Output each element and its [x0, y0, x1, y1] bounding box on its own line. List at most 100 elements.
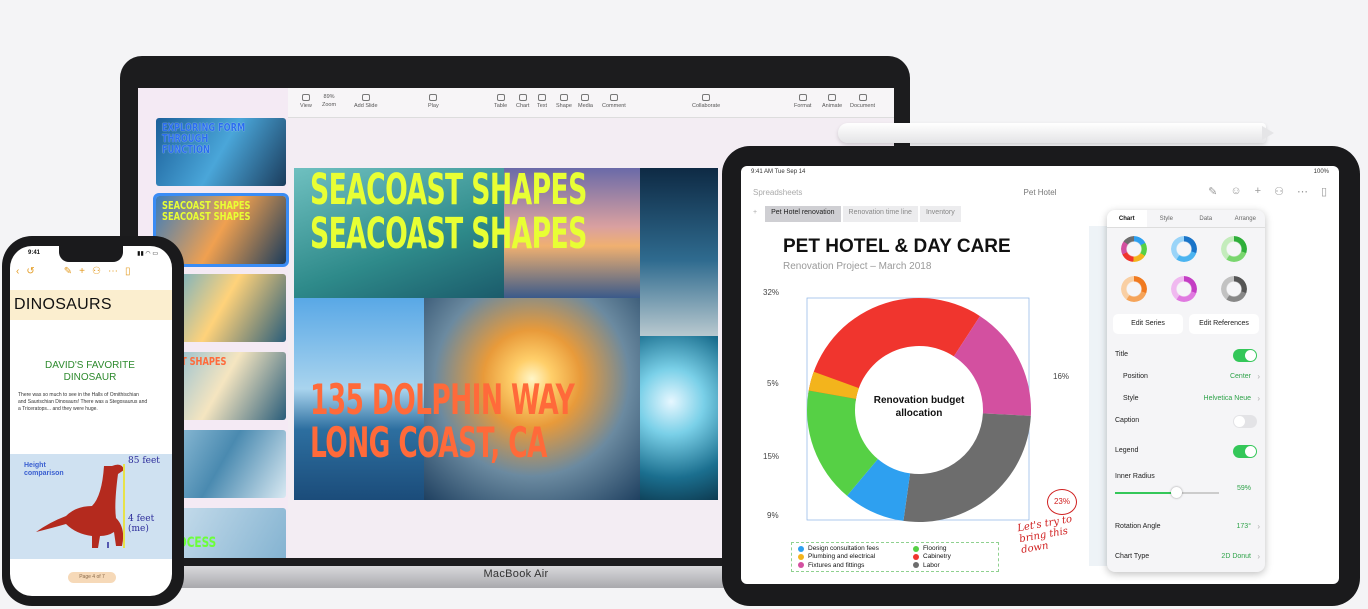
- table-button[interactable]: Table: [494, 94, 507, 109]
- back-icon[interactable]: ‹: [16, 266, 19, 277]
- inner-radius-slider[interactable]: [1115, 487, 1219, 498]
- chevron-right-icon: ›: [1257, 552, 1260, 561]
- text-button[interactable]: Text: [537, 94, 547, 109]
- tab-data[interactable]: Data: [1186, 210, 1226, 227]
- position-row[interactable]: Position Center ›: [1107, 366, 1265, 388]
- stepper-icon[interactable]: ›: [1257, 516, 1260, 538]
- slide-thumb-1[interactable]: EXPLORING FORM THROUGH FUNCTION: [156, 118, 286, 186]
- legend-row[interactable]: Legend: [1107, 440, 1265, 462]
- collaborate-icon[interactable]: ⚇: [1274, 185, 1284, 198]
- tab-pet-hotel-renovation[interactable]: Pet Hotel renovation: [765, 206, 841, 222]
- caption-row[interactable]: Caption: [1107, 410, 1265, 432]
- chart-type-row[interactable]: Chart Type 2D Donut ›: [1107, 546, 1265, 568]
- row-label: Style: [1123, 395, 1139, 402]
- collaborate-icon[interactable]: ⚇: [92, 266, 101, 277]
- apple-pencil-tip: [1262, 126, 1274, 140]
- paintbrush-icon[interactable]: ✎: [1208, 185, 1217, 198]
- chart-style-swatch[interactable]: [1171, 236, 1197, 262]
- sheet-title: PET HOTEL & DAY CARE: [783, 236, 1011, 257]
- row-label: Title: [1115, 351, 1128, 358]
- undo-icon[interactable]: ↺: [26, 266, 34, 277]
- zoom-value: 89%: [323, 94, 335, 100]
- toolbar-label: Animate: [822, 103, 843, 109]
- chart-style-swatch[interactable]: [1121, 276, 1147, 302]
- play-icon: [429, 94, 438, 101]
- title-toggle[interactable]: [1233, 349, 1257, 362]
- legend-swatch: [913, 562, 919, 569]
- title-row[interactable]: Title: [1107, 344, 1265, 366]
- chart-style-swatch[interactable]: [1221, 276, 1247, 302]
- status-time: 9:41 AM Tue Sep 14: [751, 169, 806, 175]
- tab-renovation-time-line[interactable]: Renovation time line: [842, 206, 918, 222]
- document-icon[interactable]: ▯: [1321, 185, 1327, 198]
- shape-icon: [559, 94, 568, 101]
- legend-swatch: [913, 545, 919, 552]
- add-slide-button[interactable]: Add Slide: [354, 94, 378, 109]
- subtitle-line: DINOSAUR: [63, 372, 117, 383]
- legend-swatch: [798, 545, 804, 552]
- annotation-circle: 23%: [1047, 489, 1077, 515]
- tab-style[interactable]: Style: [1147, 210, 1187, 227]
- numbers-toolbar: ✎ ☺ + ⚇ ⋯ ▯: [1208, 185, 1327, 198]
- caption-toggle[interactable]: [1233, 415, 1257, 428]
- document-button[interactable]: Document: [850, 94, 875, 109]
- play-button[interactable]: Play: [428, 94, 439, 109]
- chevron-right-icon: ›: [1257, 372, 1260, 381]
- view-button[interactable]: View: [300, 94, 312, 109]
- status-icons: ▮▮ ◠ ▭: [137, 251, 158, 257]
- edit-references-button[interactable]: Edit References: [1189, 314, 1259, 334]
- tab-inventory[interactable]: Inventory: [919, 206, 961, 222]
- inner-radius-value: 59%: [1236, 485, 1251, 492]
- pct-label: 9%: [767, 511, 779, 520]
- toolbar-label: Play: [428, 103, 439, 109]
- row-label: Legend: [1115, 447, 1139, 454]
- apple-pencil: [838, 123, 1266, 143]
- style-row[interactable]: Style Helvetica Neue ›: [1107, 388, 1265, 410]
- tab-arrange[interactable]: Arrange: [1226, 210, 1266, 227]
- toolbar-label: Zoom: [322, 102, 337, 108]
- collaborate-icon: [702, 94, 711, 101]
- legend-swatch: [913, 553, 919, 560]
- status-time: 9:41: [28, 250, 41, 256]
- plus-icon[interactable]: +: [1255, 185, 1261, 198]
- document-icon[interactable]: ▯: [125, 266, 131, 277]
- chart-button[interactable]: Chart: [516, 94, 529, 109]
- page-body: There was so much to see in the Halls of…: [18, 392, 148, 412]
- legend-toggle[interactable]: [1233, 445, 1257, 458]
- format-button[interactable]: Format: [794, 94, 811, 109]
- plus-icon[interactable]: +: [79, 266, 85, 277]
- slide-thumb-title: EXPLORING FORM THROUGH FUNCTION: [162, 121, 246, 156]
- media-button[interactable]: Media: [578, 94, 593, 109]
- style-value: Helvetica Neue: [1203, 395, 1251, 402]
- more-icon[interactable]: ⋯: [108, 266, 118, 277]
- chart-style-swatch[interactable]: [1221, 236, 1247, 262]
- more-icon[interactable]: ⋯: [1297, 185, 1308, 198]
- paintbrush-icon[interactable]: ✎: [64, 266, 72, 277]
- chart-style-swatch[interactable]: [1171, 276, 1197, 302]
- height-comparison-graphic: Height comparison 85 feet 4 feet (me): [10, 454, 172, 559]
- slider-knob[interactable]: [1171, 487, 1183, 498]
- legend-label: Plumbing and electrical: [808, 553, 876, 561]
- slide-canvas[interactable]: SEACOAST SHAPES SEACOAST SHAPES 135 DOLP…: [294, 168, 718, 500]
- rotation-angle-row[interactable]: Rotation Angle 173° ›: [1107, 516, 1265, 538]
- edit-series-button[interactable]: Edit Series: [1113, 314, 1183, 334]
- legend-item: Plumbing and electrical: [798, 553, 913, 560]
- chart-style-swatch[interactable]: [1121, 236, 1147, 262]
- legend-item: Design consultation fees: [798, 545, 913, 552]
- table-icon: [496, 94, 505, 101]
- smiley-icon[interactable]: ☺: [1230, 185, 1241, 198]
- toolbar-label: Comment: [602, 103, 626, 109]
- zoom-button[interactable]: 89% Zoom: [322, 94, 336, 108]
- collaborate-button[interactable]: Collaborate: [692, 94, 720, 109]
- donut-segment[interactable]: [903, 413, 1031, 522]
- page-indicator: Page 4 of 7: [68, 572, 116, 583]
- pct-label: 32%: [763, 288, 780, 297]
- legend-label: Fixtures and fittings: [808, 561, 865, 569]
- comment-button[interactable]: Comment: [602, 94, 626, 109]
- iphone-notch: [59, 246, 123, 262]
- photo-dusk: [640, 168, 718, 336]
- shape-button[interactable]: Shape: [556, 94, 572, 109]
- tab-chart[interactable]: Chart: [1107, 210, 1147, 227]
- animate-button[interactable]: Animate: [822, 94, 842, 109]
- add-sheet-icon[interactable]: +: [747, 206, 763, 222]
